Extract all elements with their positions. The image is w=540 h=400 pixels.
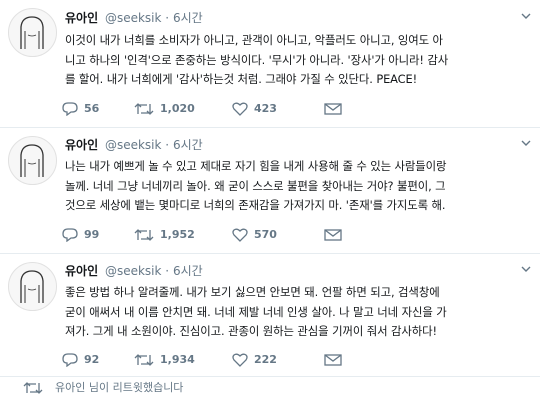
timestamp[interactable]: 6시간 bbox=[173, 138, 203, 152]
tweet-text: 나는 내가 예쁘게 놀 수 있고 제대로 자기 힘을 내게 사용해 줄 수 있는… bbox=[65, 157, 530, 216]
reply-button[interactable]: 56 bbox=[62, 99, 99, 119]
author-handle[interactable]: @seeksik bbox=[105, 138, 162, 152]
retweet-count: 1,020 bbox=[160, 102, 195, 115]
chevron-down-icon[interactable] bbox=[520, 263, 532, 275]
separator-dot: · bbox=[165, 264, 170, 278]
retweet-button[interactable]: 1,934 bbox=[134, 350, 195, 370]
separator-dot: · bbox=[165, 138, 170, 152]
author-name[interactable]: 유아인 bbox=[65, 11, 98, 25]
author-handle[interactable]: @seeksik bbox=[105, 11, 162, 25]
reply-icon bbox=[62, 228, 78, 242]
author-handle[interactable]: @seeksik bbox=[105, 264, 162, 278]
tweet-header: 유아인 @seeksik · 6시간 bbox=[65, 263, 203, 279]
heart-icon bbox=[232, 228, 248, 242]
reply-count: 99 bbox=[84, 228, 100, 241]
retweet-notice-text[interactable]: 유아인 님이 리트윗했습니다 bbox=[55, 381, 183, 394]
envelope-icon bbox=[324, 354, 342, 366]
retweet-icon bbox=[134, 229, 154, 241]
reply-button[interactable]: 92 bbox=[62, 350, 99, 370]
tweet[interactable]: 유아인 @seeksik · 6시간 나는 내가 예쁘게 놀 수 있고 제대로 … bbox=[0, 128, 540, 253]
avatar[interactable] bbox=[8, 262, 57, 311]
tweet-text-line: 니고 하나의 '인격'으로 존중하는 방식이다. '무시'가 아니라. '장사'… bbox=[65, 52, 449, 67]
like-button[interactable]: 570 bbox=[232, 225, 277, 245]
tweet-text: 좋은 방법 하나 알려줄께. 내가 보기 싫으면 안보면 돼. 언팔 하면 되고… bbox=[65, 283, 530, 342]
message-button[interactable] bbox=[324, 225, 342, 245]
tweet-header: 유아인 @seeksik · 6시간 bbox=[65, 137, 203, 153]
message-button[interactable] bbox=[324, 350, 342, 370]
reply-icon bbox=[62, 353, 78, 367]
chevron-down-icon[interactable] bbox=[520, 10, 532, 22]
divider bbox=[0, 376, 540, 377]
chevron-down-icon[interactable] bbox=[520, 137, 532, 149]
like-count: 423 bbox=[254, 102, 277, 115]
tweet-text-line: 굳이 애써서 내 이름 안치면 돼. 너네 제발 너네 인생 살아. 나 말고 … bbox=[65, 304, 447, 319]
retweet-count: 1,934 bbox=[160, 353, 195, 366]
like-button[interactable]: 222 bbox=[232, 350, 277, 370]
retweet-icon bbox=[134, 354, 154, 366]
tweet-text-line: 나는 내가 예쁘게 놀 수 있고 제대로 자기 힘을 내게 사용해 줄 수 있는… bbox=[65, 159, 447, 173]
retweet-count: 1,952 bbox=[160, 228, 195, 241]
tweet[interactable]: 유아인 @seeksik · 6시간 이것이 내가 너희를 소비자가 아니고, … bbox=[0, 0, 540, 127]
tweet-text: 이것이 내가 너희를 소비자가 아니고, 관객이 아니고, 악플러도 아니고, … bbox=[65, 31, 530, 90]
reply-button[interactable]: 99 bbox=[62, 225, 99, 245]
heart-icon bbox=[232, 353, 248, 367]
author-name[interactable]: 유아인 bbox=[65, 138, 98, 152]
tweet-text-line: 이것이 내가 너희를 소비자가 아니고, 관객이 아니고, 악플러도 아니고, … bbox=[65, 33, 443, 47]
heart-icon bbox=[232, 102, 248, 116]
reply-count: 56 bbox=[84, 102, 100, 115]
timestamp[interactable]: 6시간 bbox=[173, 11, 203, 25]
retweet-icon bbox=[134, 103, 154, 115]
retweet-button[interactable]: 1,952 bbox=[134, 225, 195, 245]
tweet-text-line: 것으로 세상에 뱉는 몇마디로 너희의 존재감을 가져가지 마. '존재'를 가… bbox=[65, 198, 446, 212]
tweet-header: 유아인 @seeksik · 6시간 bbox=[65, 10, 203, 26]
separator-dot: · bbox=[165, 11, 170, 25]
timestamp[interactable]: 6시간 bbox=[173, 264, 203, 278]
envelope-icon bbox=[324, 229, 342, 241]
avatar[interactable] bbox=[8, 136, 57, 185]
tweet-text-line: 를 할어. 내가 너희에게 '감사'하는것 처럼. 그래야 가질 수 있단다. … bbox=[65, 72, 418, 86]
retweet-icon bbox=[23, 382, 43, 394]
tweet-text-line: 좋은 방법 하나 알려줄께. 내가 보기 싫으면 안보면 돼. 언팔 하면 되고… bbox=[65, 285, 440, 299]
tweet-text-line: 놀께. 너네 그냥 너네끼리 놀아. 왜 굳이 스스로 불편을 찾아내는 거야?… bbox=[65, 178, 446, 193]
author-name[interactable]: 유아인 bbox=[65, 264, 98, 278]
reply-count: 92 bbox=[84, 353, 100, 366]
retweet-notice: 유아인 님이 리트윗했습니다 bbox=[0, 378, 183, 398]
tweet-text-line: 져가. 그게 내 소원이야. 진심이고. 관종이 원하는 관심을 기꺼이 줘서 … bbox=[65, 324, 437, 338]
tweet[interactable]: 유아인 @seeksik · 6시간 좋은 방법 하나 알려줄께. 내가 보기 … bbox=[0, 254, 540, 376]
like-button[interactable]: 423 bbox=[232, 99, 277, 119]
avatar[interactable] bbox=[8, 8, 57, 57]
reply-icon bbox=[62, 102, 78, 116]
retweet-button[interactable]: 1,020 bbox=[134, 99, 195, 119]
message-button[interactable] bbox=[324, 99, 342, 119]
like-count: 570 bbox=[254, 228, 277, 241]
like-count: 222 bbox=[254, 353, 277, 366]
envelope-icon bbox=[324, 103, 342, 115]
